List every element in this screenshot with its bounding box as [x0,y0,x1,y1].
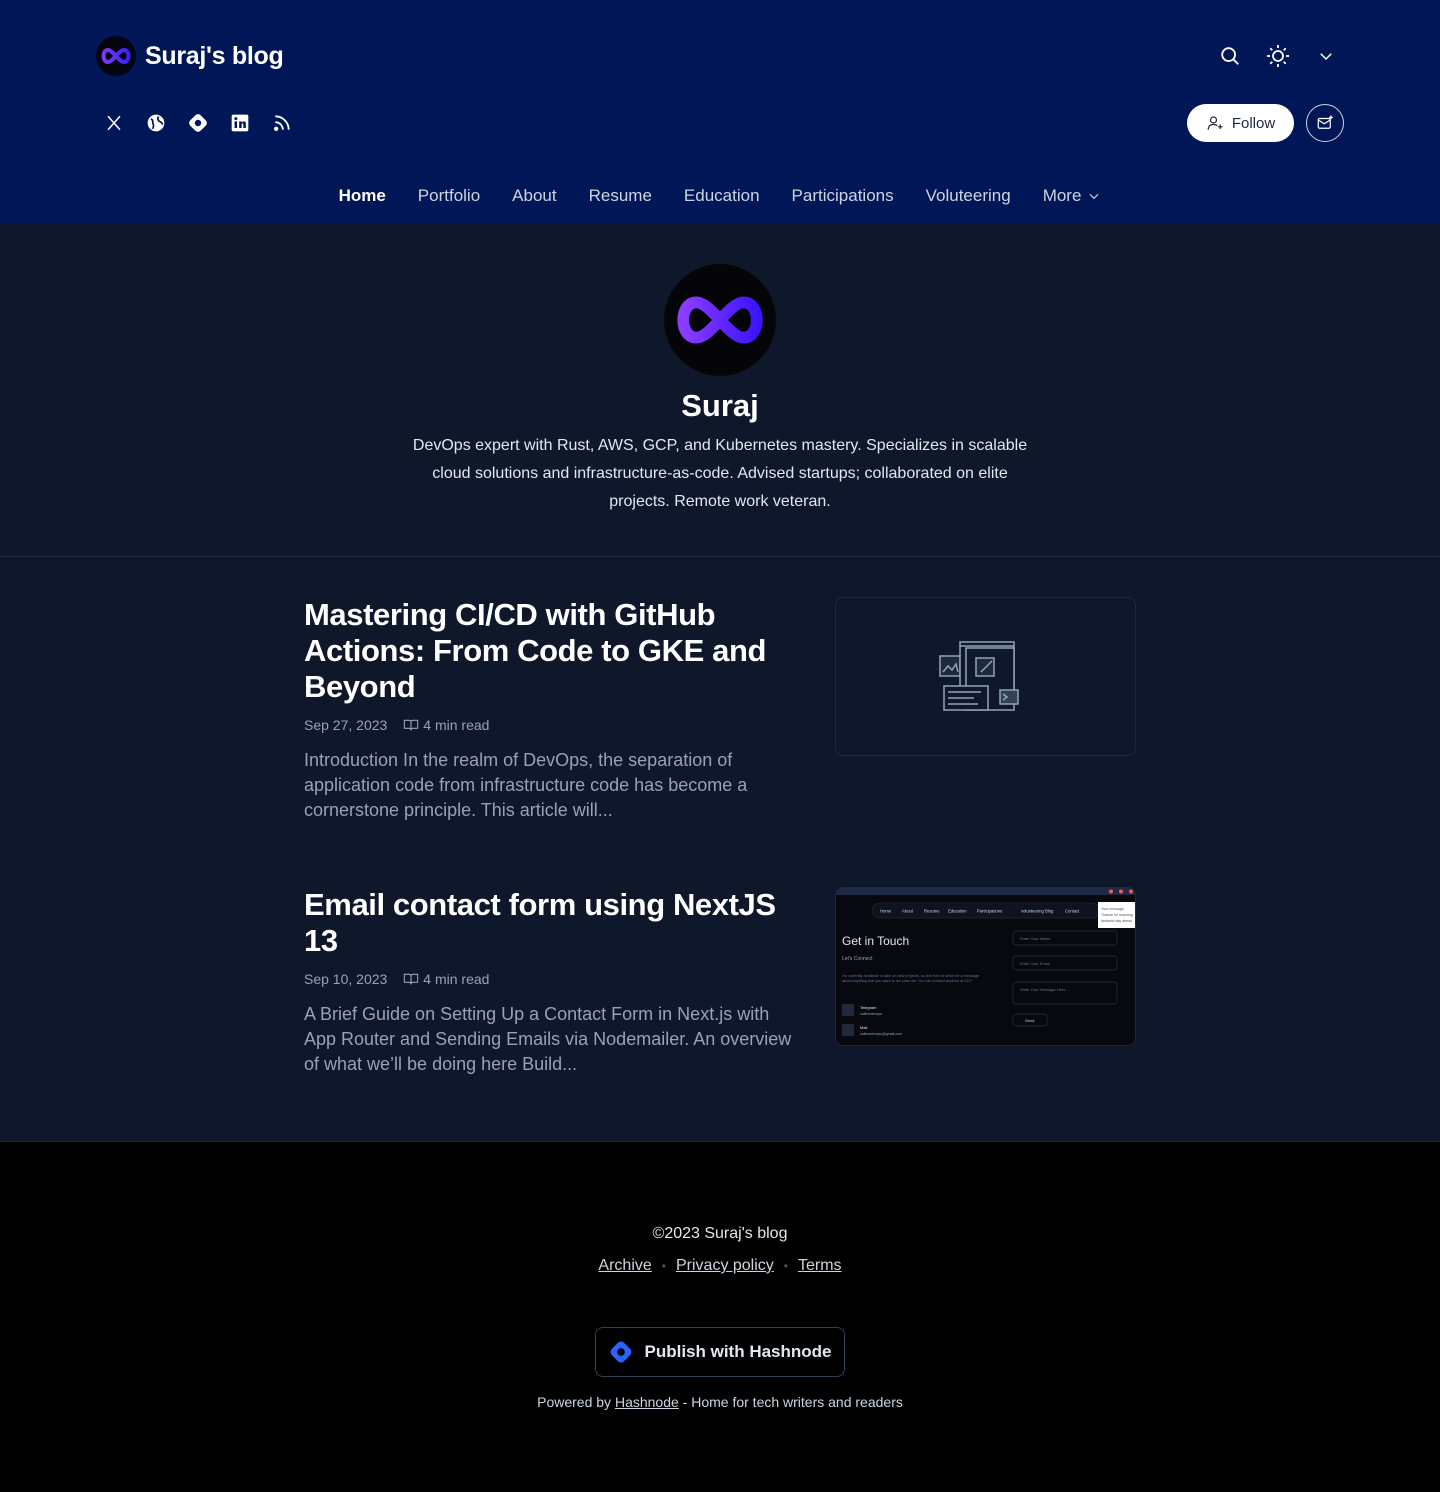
x-twitter-icon[interactable] [96,104,132,142]
hashnode-icon [611,1341,632,1363]
rss-icon[interactable] [264,104,300,142]
post-meta: Sep 27, 2023 4 min read [304,717,489,733]
cover-toast-line: Your message [1101,907,1124,911]
cover-message-field: Write Your Message Here... [1020,987,1069,992]
nav-about[interactable]: About [496,180,572,212]
cover-nav-item: Resume [924,909,940,914]
blog-header: Suraj's blog Follow Home Portfolio About… [0,0,1440,224]
read-time: 4 min read [403,971,489,987]
author-avatar [664,264,776,376]
post-cover-image[interactable]: Home About Resume Education Participatio… [835,887,1136,1046]
cover-send-button: Send [1025,1018,1034,1023]
globe-icon[interactable] [138,104,174,142]
post-date: Sep 27, 2023 [304,717,388,733]
blog-brand[interactable]: Suraj's blog [96,36,284,76]
sun-theme-toggle-icon[interactable] [1260,36,1296,76]
nav-more-label: More [1042,186,1082,205]
cover-heading: Get in Touch [842,934,909,948]
site-footer: ©2023 Suraj's blog Archive • Privacy pol… [0,1141,1440,1492]
read-time-label: 4 min read [423,717,490,733]
book-open-icon [404,973,419,985]
cover-toast-line: fantastic day ahead [1101,919,1132,923]
read-time-label: 4 min read [423,971,490,987]
nav-resume[interactable]: Resume [573,180,668,212]
privacy-policy-link[interactable]: Privacy policy [676,1257,774,1275]
footer-links: Archive • Privacy policy • Terms [0,1257,1440,1275]
main-nav: Home Portfolio About Resume Education Pa… [0,180,1440,212]
post-meta: Sep 10, 2023 4 min read [304,971,489,987]
book-open-icon [404,719,419,731]
archive-link[interactable]: Archive [598,1257,651,1275]
cover-nav-item: Education [948,909,967,914]
publish-label: Publish with Hashnode [644,1342,832,1361]
post-title[interactable]: Email contact form using NextJS 13 [304,887,794,959]
cover-subheading: Let's Connect [842,956,873,962]
post-title[interactable]: Mastering CI/CD with GitHub Actions: Fro… [304,597,794,705]
nav-education[interactable]: Education [668,180,776,212]
chevron-down-icon [1089,193,1099,200]
post-excerpt[interactable]: A Brief Guide on Setting Up a Contact Fo… [304,1002,799,1077]
nav-home[interactable]: Home [323,180,402,212]
nav-more[interactable]: More [1027,180,1118,212]
user-plus-icon [1207,116,1223,130]
publish-with-hashnode-button[interactable]: Publish with Hashnode [595,1327,845,1377]
powered-prefix: Powered by [537,1394,612,1410]
read-time: 4 min read [403,717,489,733]
cover-email-field: Enter Your Email [1020,961,1050,966]
follow-label: Follow [1231,114,1276,132]
copyright: ©2023 Suraj's blog [652,1225,788,1242]
cover-nav-item: volunteering [1021,909,1044,914]
hashnode-link[interactable]: Hashnode [615,1394,679,1410]
linkedin-icon[interactable] [222,104,258,142]
cover-nav-item: Participations [977,909,1002,914]
blog-title: Suraj's blog [145,41,284,70]
separator-dot: • [661,1259,666,1273]
cover-mail-value: callmedevops@gmail.com [860,1032,902,1036]
cover-mail-label: Mail [860,1025,867,1030]
author-profile: Suraj DevOps expert with Rust, AWS, GCP,… [0,224,1440,557]
hashnode-icon[interactable] [180,104,216,142]
infinity-logo-icon [96,36,136,76]
nav-volunteering[interactable]: Voluteering [910,180,1027,212]
infinity-logo-icon [677,296,763,344]
post-excerpt[interactable]: Introduction In the realm of DevOps, the… [304,748,799,823]
author-bio: DevOps expert with Rust, AWS, GCP, and K… [412,437,1028,510]
search-icon[interactable] [1212,36,1248,76]
author-name: Suraj [681,388,759,423]
cover-nav-item: Home [880,909,892,914]
chevron-down-icon[interactable] [1308,36,1344,76]
placeholder-illustration-icon [939,641,1019,711]
mail-plus-icon [1317,115,1333,129]
powered-by: Powered by Hashnode - Home for tech writ… [0,1394,1440,1410]
cover-nav-item: Blog [1045,909,1054,914]
contact-form-screenshot: Home About Resume Education Participatio… [836,888,1135,1045]
cover-nav-item: About [902,909,914,914]
cover-name-field: Enter Your Name [1020,936,1051,941]
cover-paragraph: I'm currently available to take on new p… [842,974,980,983]
follow-button[interactable]: Follow [1187,104,1294,142]
powered-suffix: - Home for tech writers and readers [682,1394,903,1410]
separator-dot: • [783,1259,788,1273]
cover-toast-line: Thanks for reaching [1101,913,1133,917]
cover-nav-item: Contact [1065,909,1080,914]
nav-participations[interactable]: Participations [776,180,910,212]
cover-telegram-value: callmedevops [860,1012,882,1016]
terms-link[interactable]: Terms [798,1257,842,1275]
newsletter-button[interactable] [1306,104,1344,142]
cover-telegram-label: Telegram [860,1005,877,1010]
post-cover-placeholder[interactable] [835,597,1136,756]
nav-portfolio[interactable]: Portfolio [402,180,496,212]
post-date: Sep 10, 2023 [304,971,388,987]
